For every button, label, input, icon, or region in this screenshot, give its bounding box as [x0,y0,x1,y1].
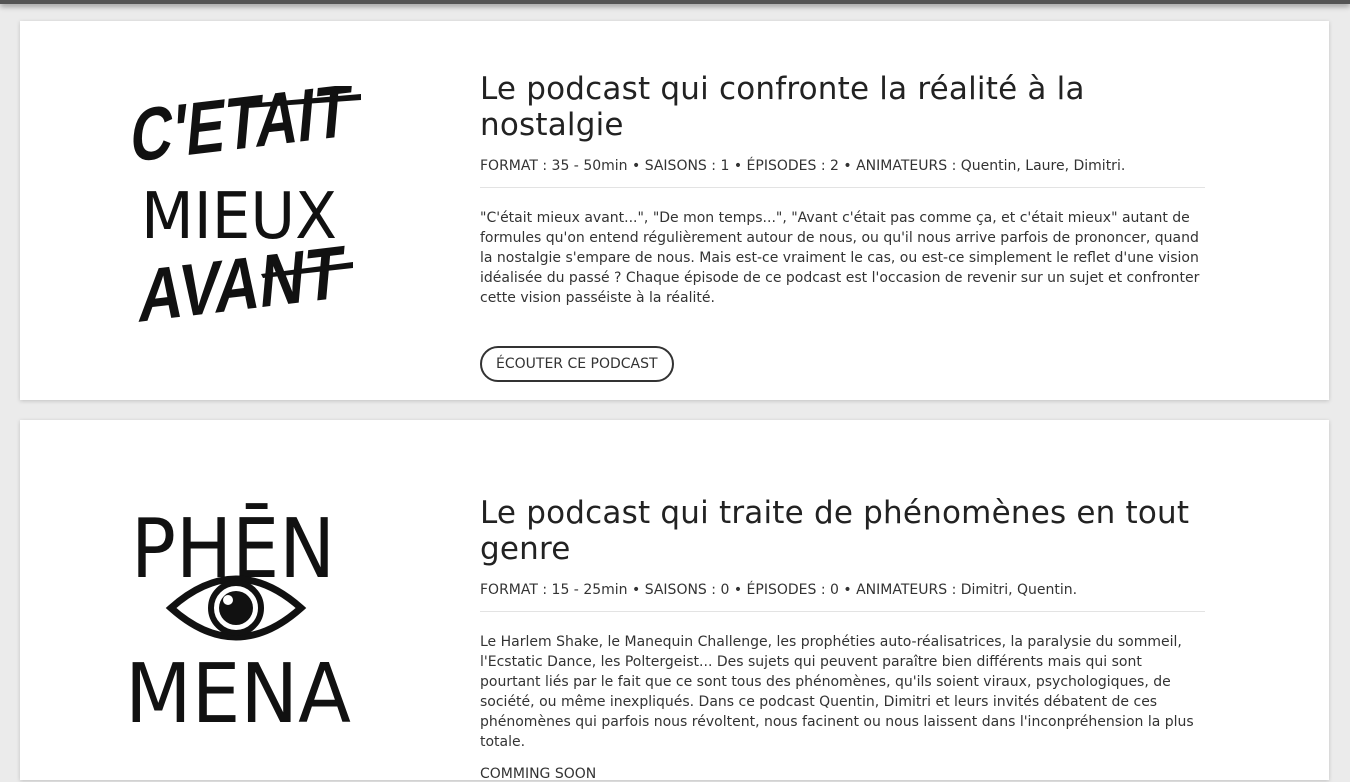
logo-word-mena: MENA [125,647,351,737]
podcast-info: Le podcast qui confronte la réalité à la… [480,71,1205,382]
divider [480,611,1205,612]
podcast-description: Le Harlem Shake, le Manequin Challenge, … [480,634,1194,750]
divider [480,187,1205,188]
phenomena-logo: PHĒN MENA [125,502,351,737]
podcast-title: Le podcast qui traite de phénomènes en t… [480,495,1190,567]
coming-soon-label: COMMING SOON [480,766,597,782]
podcast-meta: FORMAT : 35 - 50min • SAISONS : 1 • ÉPIS… [480,158,1126,174]
podcast-card-cetait-mieux-avant: C'ETAIT MIEUX AVANT Le podcast qui confr… [20,21,1329,400]
podcast-description: "C'était mieux avant...", "De mon temps.… [480,210,1200,306]
podcast-title: Le podcast qui confronte la réalité à la… [480,71,1085,143]
top-header-bar [0,0,1350,4]
podcast-meta: FORMAT : 15 - 25min • SAISONS : 0 • ÉPIS… [480,582,1078,598]
cetait-mieux-avant-logo: C'ETAIT MIEUX AVANT [128,86,361,336]
podcast-info: Le podcast qui traite de phénomènes en t… [480,495,1205,782]
listen-podcast-button[interactable]: ÉCOUTER CE PODCAST [480,346,674,382]
podcast-card-phenomena: PHĒN MENA Le podcast qui traite de phéno… [20,420,1329,782]
